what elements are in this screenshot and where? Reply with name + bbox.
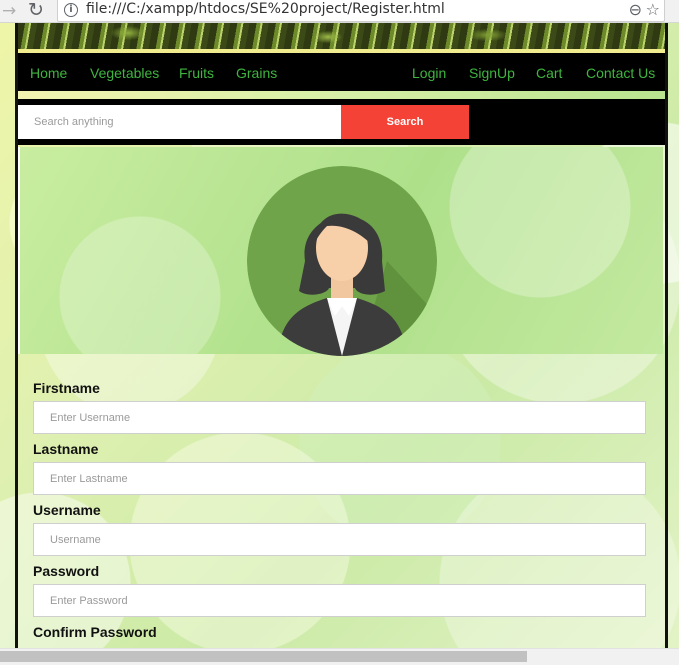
nav-contact-us[interactable]: Contact Us — [586, 65, 655, 81]
search-bar: Search — [18, 99, 665, 145]
username-label: Username — [33, 502, 101, 518]
nav-signup[interactable]: SignUp — [469, 65, 515, 81]
zoom-out-icon[interactable]: ⊖ — [629, 0, 642, 19]
address-url[interactable]: file:///C:/xampp/htdocs/SE%20project/Reg… — [86, 1, 445, 17]
confirm-password-label: Confirm Password — [33, 624, 157, 640]
register-form: Firstname Lastname Username Password Con… — [18, 354, 661, 648]
avatar-panel — [18, 147, 663, 356]
browser-toolbar: → ↻ i file:///C:/xampp/htdocs/SE%20proje… — [0, 0, 679, 23]
nav-vegetables[interactable]: Vegetables — [90, 65, 159, 81]
nav-grains[interactable]: Grains — [236, 65, 277, 81]
firstname-label: Firstname — [33, 380, 100, 396]
address-bar[interactable]: i file:///C:/xampp/htdocs/SE%20project/R… — [57, 0, 665, 22]
reload-icon[interactable]: ↻ — [28, 0, 44, 20]
bookmark-star-icon[interactable]: ☆ — [646, 0, 660, 19]
nav-home[interactable]: Home — [30, 65, 67, 81]
password-input[interactable] — [33, 584, 646, 617]
nav-login[interactable]: Login — [412, 65, 446, 81]
nav-fruits[interactable]: Fruits — [179, 65, 214, 81]
search-button[interactable]: Search — [341, 105, 469, 139]
password-label: Password — [33, 563, 100, 579]
firstname-input[interactable] — [33, 401, 646, 434]
user-avatar-icon — [247, 166, 437, 356]
header-banner-image — [18, 23, 665, 49]
horizontal-scrollbar[interactable] — [0, 648, 679, 665]
search-input[interactable] — [18, 105, 341, 139]
lastname-label: Lastname — [33, 441, 99, 457]
username-input[interactable] — [33, 523, 646, 556]
scrollbar-thumb[interactable] — [0, 651, 527, 662]
nav-cart[interactable]: Cart — [536, 65, 562, 81]
site-container: Home Vegetables Fruits Grains Login Sign… — [15, 23, 668, 648]
main-navbar: Home Vegetables Fruits Grains Login Sign… — [18, 53, 665, 91]
info-icon[interactable]: i — [64, 3, 78, 17]
lastname-input[interactable] — [33, 462, 646, 495]
back-arrow-icon[interactable]: → — [2, 1, 16, 21]
nav-underbar — [18, 91, 665, 99]
